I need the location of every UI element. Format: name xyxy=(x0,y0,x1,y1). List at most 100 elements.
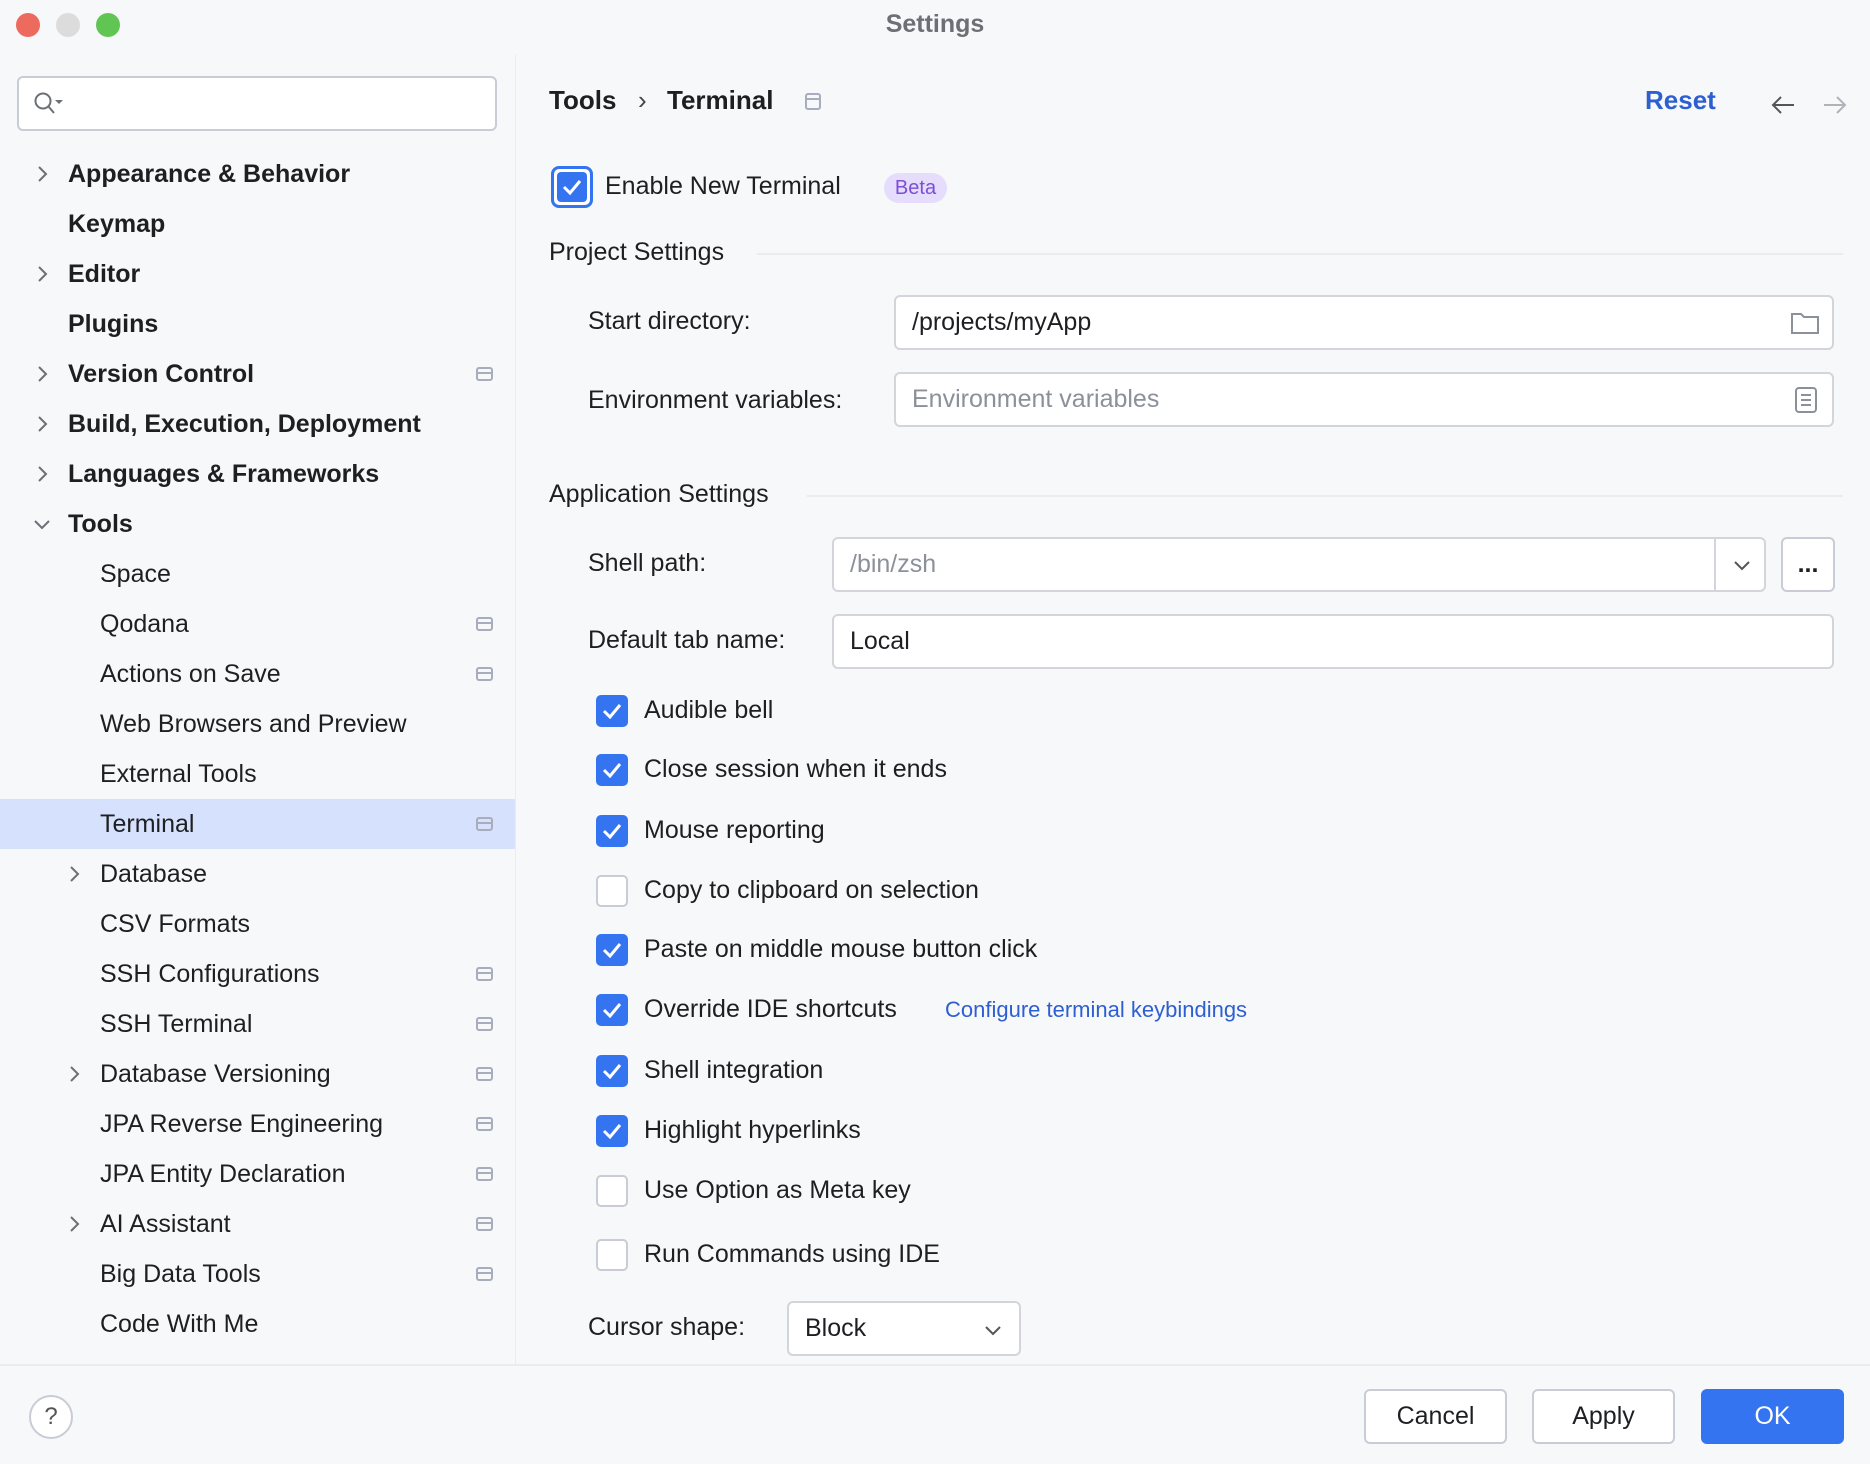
use-option-as-meta-key-label[interactable]: Use Option as Meta key xyxy=(644,1176,911,1205)
mouse-reporting-checkbox[interactable] xyxy=(596,815,628,847)
chevron-right-icon[interactable] xyxy=(63,863,85,885)
sidebar-item-jpa-entity-declaration[interactable]: JPA Entity Declaration xyxy=(0,1149,515,1199)
sidebar-item-label: Database xyxy=(100,859,208,888)
sidebar-item-csv-formats[interactable]: CSV Formats xyxy=(0,899,515,949)
chevron-right-icon[interactable] xyxy=(31,413,53,435)
highlight-hyperlinks-checkbox[interactable] xyxy=(596,1115,628,1147)
paste-on-middle-mouse-button-click-label[interactable]: Paste on middle mouse button click xyxy=(644,935,1037,964)
sidebar-item-editor[interactable]: Editor xyxy=(0,249,515,299)
sidebar-item-label: JPA Reverse Engineering xyxy=(100,1109,384,1138)
sidebar-item-label: Terminal xyxy=(100,809,195,838)
sidebar-item-keymap[interactable]: Keymap xyxy=(0,199,515,249)
help-button[interactable]: ? xyxy=(29,1395,73,1439)
audible-bell-label[interactable]: Audible bell xyxy=(644,696,773,725)
chevron-right-icon[interactable] xyxy=(31,463,53,485)
enable-new-terminal-label[interactable]: Enable New Terminal xyxy=(605,172,841,201)
highlight-hyperlinks-label[interactable]: Highlight hyperlinks xyxy=(644,1116,861,1145)
cursor-shape-value: Block xyxy=(805,1314,867,1342)
sidebar-item-terminal[interactable]: Terminal xyxy=(0,799,515,849)
close-session-when-it-ends-label[interactable]: Close session when it ends xyxy=(644,755,947,784)
enable-new-terminal-checkbox[interactable] xyxy=(551,166,593,208)
sidebar-item-actions-on-save[interactable]: Actions on Save xyxy=(0,649,515,699)
sidebar-item-label: Keymap xyxy=(68,209,166,238)
copy-to-clipboard-on-selection-label[interactable]: Copy to clipboard on selection xyxy=(644,876,979,905)
run-commands-using-ide-label[interactable]: Run Commands using IDE xyxy=(644,1240,940,1269)
chevron-right-icon[interactable] xyxy=(63,1213,85,1235)
sidebar-item-space[interactable]: Space xyxy=(0,549,515,599)
project-level-icon xyxy=(476,1267,493,1281)
mouse-reporting-label[interactable]: Mouse reporting xyxy=(644,816,825,845)
application-settings-divider xyxy=(807,495,1843,497)
chevron-down-icon[interactable] xyxy=(31,513,53,535)
sidebar-item-ssh-configurations[interactable]: SSH Configurations xyxy=(0,949,515,999)
sidebar-item-label: Version Control xyxy=(68,359,255,388)
override-ide-shortcuts-label[interactable]: Override IDE shortcuts xyxy=(644,995,897,1024)
apply-button[interactable]: Apply xyxy=(1532,1389,1675,1444)
close-session-when-it-ends-checkbox[interactable] xyxy=(596,754,628,786)
cancel-button[interactable]: Cancel xyxy=(1364,1389,1507,1444)
chevron-right-icon[interactable] xyxy=(31,263,53,285)
sidebar-item-label: Languages & Frameworks xyxy=(68,459,380,488)
checkmark-icon xyxy=(602,763,622,778)
sidebar-item-label: CSV Formats xyxy=(100,909,251,938)
run-commands-using-ide-checkbox[interactable] xyxy=(596,1239,628,1271)
use-option-as-meta-key-checkbox[interactable] xyxy=(596,1175,628,1207)
list-icon[interactable] xyxy=(1794,386,1818,414)
sidebar-item-version-control[interactable]: Version Control xyxy=(0,349,515,399)
environment-variables-input[interactable]: Environment variables xyxy=(894,372,1834,427)
sidebar-item-jpa-reverse-engineering[interactable]: JPA Reverse Engineering xyxy=(0,1099,515,1149)
sidebar-item-label: Web Browsers and Preview xyxy=(100,709,407,738)
sidebar-item-qodana[interactable]: Qodana xyxy=(0,599,515,649)
override-ide-shortcuts-checkbox[interactable] xyxy=(596,994,628,1026)
sidebar-item-database-versioning[interactable]: Database Versioning xyxy=(0,1049,515,1099)
chevron-right-icon[interactable] xyxy=(31,163,53,185)
forward-arrow-icon[interactable] xyxy=(1822,94,1848,116)
shell-integration-checkbox[interactable] xyxy=(596,1055,628,1087)
sidebar-item-ai-assistant[interactable]: AI Assistant xyxy=(0,1199,515,1249)
search-input[interactable] xyxy=(17,76,497,131)
breadcrumb-tools[interactable]: Tools xyxy=(549,85,616,116)
default-tab-name-input[interactable]: Local xyxy=(832,614,1834,669)
project-level-icon xyxy=(476,367,493,381)
sidebar-item-database[interactable]: Database xyxy=(0,849,515,899)
copy-to-clipboard-on-selection-checkbox[interactable] xyxy=(596,875,628,907)
sidebar-item-ssh-terminal[interactable]: SSH Terminal xyxy=(0,999,515,1049)
breadcrumb-separator: › xyxy=(638,85,647,115)
ok-button[interactable]: OK xyxy=(1701,1389,1844,1444)
sidebar-item-code-with-me[interactable]: Code With Me xyxy=(0,1299,515,1349)
checkmark-icon xyxy=(602,943,622,958)
shell-integration-label[interactable]: Shell integration xyxy=(644,1056,823,1085)
project-level-icon xyxy=(476,1067,493,1081)
checkmark-icon xyxy=(602,1003,622,1018)
cursor-shape-dropdown[interactable]: Block xyxy=(787,1301,1021,1356)
environment-variables-label: Environment variables: xyxy=(588,386,843,414)
folder-icon[interactable] xyxy=(1790,311,1820,335)
checkmark-icon xyxy=(602,1064,622,1079)
chevron-down-icon[interactable] xyxy=(1732,558,1752,572)
sidebar-item-label: Actions on Save xyxy=(100,659,281,688)
sidebar-item-label: Space xyxy=(100,559,171,588)
sidebar-item-label: Big Data Tools xyxy=(100,1259,261,1288)
shell-path-dropdown-divider xyxy=(1714,539,1716,590)
reset-link[interactable]: Reset xyxy=(1645,85,1716,116)
sidebar-item-label: Code With Me xyxy=(100,1309,259,1338)
sidebar-item-external-tools[interactable]: External Tools xyxy=(0,749,515,799)
sidebar-item-appearance-behavior[interactable]: Appearance & Behavior xyxy=(0,149,515,199)
sidebar-item-build-execution-deployment[interactable]: Build, Execution, Deployment xyxy=(0,399,515,449)
sidebar-item-languages-frameworks[interactable]: Languages & Frameworks xyxy=(0,449,515,499)
paste-on-middle-mouse-button-click-checkbox[interactable] xyxy=(596,934,628,966)
sidebar-item-label: Plugins xyxy=(68,309,159,338)
sidebar-item-label: External Tools xyxy=(100,759,257,788)
start-directory-input[interactable]: /projects/myApp xyxy=(894,295,1834,350)
sidebar-item-plugins[interactable]: Plugins xyxy=(0,299,515,349)
audible-bell-checkbox[interactable] xyxy=(596,695,628,727)
back-arrow-icon[interactable] xyxy=(1770,94,1796,116)
sidebar-item-web-browsers-and-preview[interactable]: Web Browsers and Preview xyxy=(0,699,515,749)
browse-shell-button[interactable]: ... xyxy=(1781,537,1835,592)
sidebar-item-big-data-tools[interactable]: Big Data Tools xyxy=(0,1249,515,1299)
configure-keybindings-link[interactable]: Configure terminal keybindings xyxy=(945,997,1247,1023)
chevron-right-icon[interactable] xyxy=(31,363,53,385)
sidebar-item-tools[interactable]: Tools xyxy=(0,499,515,549)
chevron-right-icon[interactable] xyxy=(63,1063,85,1085)
shell-path-combobox[interactable]: /bin/zsh xyxy=(832,537,1766,592)
